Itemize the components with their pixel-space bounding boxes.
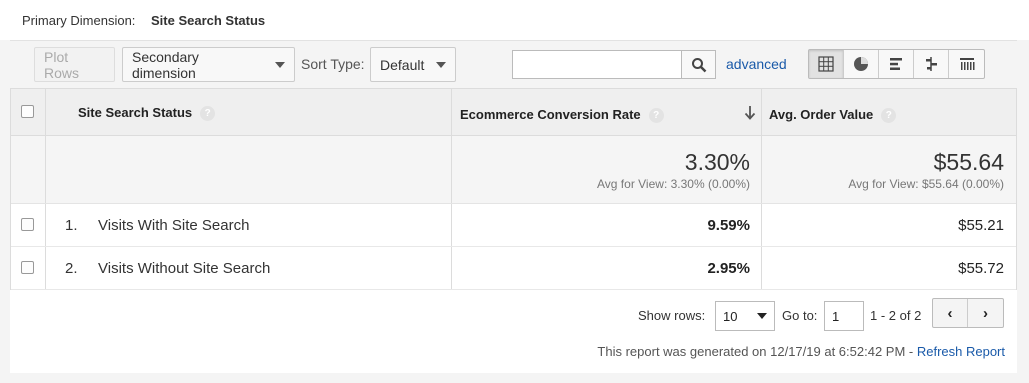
avg-order-value-header[interactable]: Avg. Order Value? [769,107,897,124]
show-rows-label: Show rows: [638,308,706,323]
search-input[interactable] [512,50,682,79]
plot-rows-button[interactable]: Plot Rows [34,47,115,82]
row-dimension-value: Visits Without Site Search [98,260,271,277]
performance-view-icon [890,58,902,70]
goto-label: Go to: [782,308,818,323]
help-icon[interactable]: ? [648,108,664,124]
prev-page-button[interactable]: ‹ [933,299,968,327]
primary-dimension-value[interactable]: Site Search Status [151,13,265,28]
conversion-rate-view-avg: Avg for View: 3.30% (0.00%) [597,177,750,191]
generated-text: This report was generated on 12/17/19 at… [597,344,917,359]
primary-dimension-bar: Primary Dimension: Site Search Status [0,0,1029,40]
row-conversion-rate: 9.59% [707,217,750,234]
secondary-dimension-dropdown[interactable]: Secondary dimension [122,47,295,82]
sort-type-value: Default [380,56,425,73]
table-header: Site Search Status? Ecommerce Conversion… [11,89,1016,136]
view-switcher [808,49,985,79]
refresh-report-link[interactable]: Refresh Report [917,344,1005,359]
sort-descending-icon[interactable] [744,105,756,120]
row-range: 1 - 2 of 2 [870,308,922,323]
table-view-button[interactable] [809,50,844,78]
avg-order-value-total: $55.64 [933,149,1004,175]
sort-type-label: Sort Type: [301,56,365,72]
row-checkbox[interactable] [21,218,34,231]
pivot-view-button[interactable] [949,50,984,78]
help-icon[interactable]: ? [881,108,897,124]
row-dimension-value: Visits With Site Search [98,217,250,234]
row-conversion-rate: 2.95% [707,260,750,277]
show-rows-value: 10 [723,308,738,324]
dimension-header-label: Site Search Status [78,105,193,120]
comparison-view-button[interactable] [914,50,949,78]
next-page-button[interactable]: › [968,299,1003,327]
search-button[interactable] [681,50,716,79]
avg-order-value-view-avg: Avg for View: $55.64 (0.00%) [848,177,1004,191]
row-avg-order-value: $55.21 [958,217,1004,234]
row-checkbox[interactable] [21,261,34,274]
conversion-rate-total: 3.30% [684,149,750,175]
performance-view-button[interactable] [879,50,914,78]
show-rows-select[interactable]: 10 [715,301,775,331]
pivot-view-icon [959,58,974,70]
pie-view-icon [854,57,868,71]
table-footer: Show rows: 10 Go to: 1 1 - 2 of 2 ‹ › Th… [10,290,1017,373]
primary-dimension-label: Primary Dimension: [22,13,136,28]
search-icon [691,57,706,72]
report-generated-info: This report was generated on 12/17/19 at… [597,344,1005,359]
report-table: Site Search Status? Ecommerce Conversion… [10,88,1017,290]
advanced-link[interactable]: advanced [726,56,787,72]
report-toolbar: Plot Rows Secondary dimension Sort Type:… [10,40,1017,88]
sort-type-dropdown[interactable]: Default [370,47,456,82]
pie-view-button[interactable] [844,50,879,78]
dimension-header[interactable]: Site Search Status? [78,105,216,122]
comparison-view-icon [926,57,937,71]
table-view-icon [818,56,834,72]
avg-order-value-header-label: Avg. Order Value [769,107,874,122]
row-avg-order-value: $55.72 [958,260,1004,277]
chevron-down-icon [757,313,767,319]
table-row[interactable]: 2. Visits Without Site Search 2.95% $55.… [11,247,1016,290]
conversion-rate-header-label: Ecommerce Conversion Rate [460,107,641,122]
chevron-down-icon [275,61,285,68]
help-icon[interactable]: ? [200,106,216,122]
chevron-down-icon [436,61,447,68]
table-row[interactable]: 1. Visits With Site Search 9.59% $55.21 [11,204,1016,247]
secondary-dimension-label: Secondary dimension [132,48,199,81]
conversion-rate-header[interactable]: Ecommerce Conversion Rate? [460,107,664,124]
row-index: 1. [65,217,78,234]
pagination: ‹ › [932,298,1004,328]
select-all-checkbox[interactable] [21,105,34,118]
row-index: 2. [65,260,78,277]
goto-input[interactable]: 1 [824,301,864,331]
totals-row: 3.30% Avg for View: 3.30% (0.00%) $55.64… [11,136,1016,204]
